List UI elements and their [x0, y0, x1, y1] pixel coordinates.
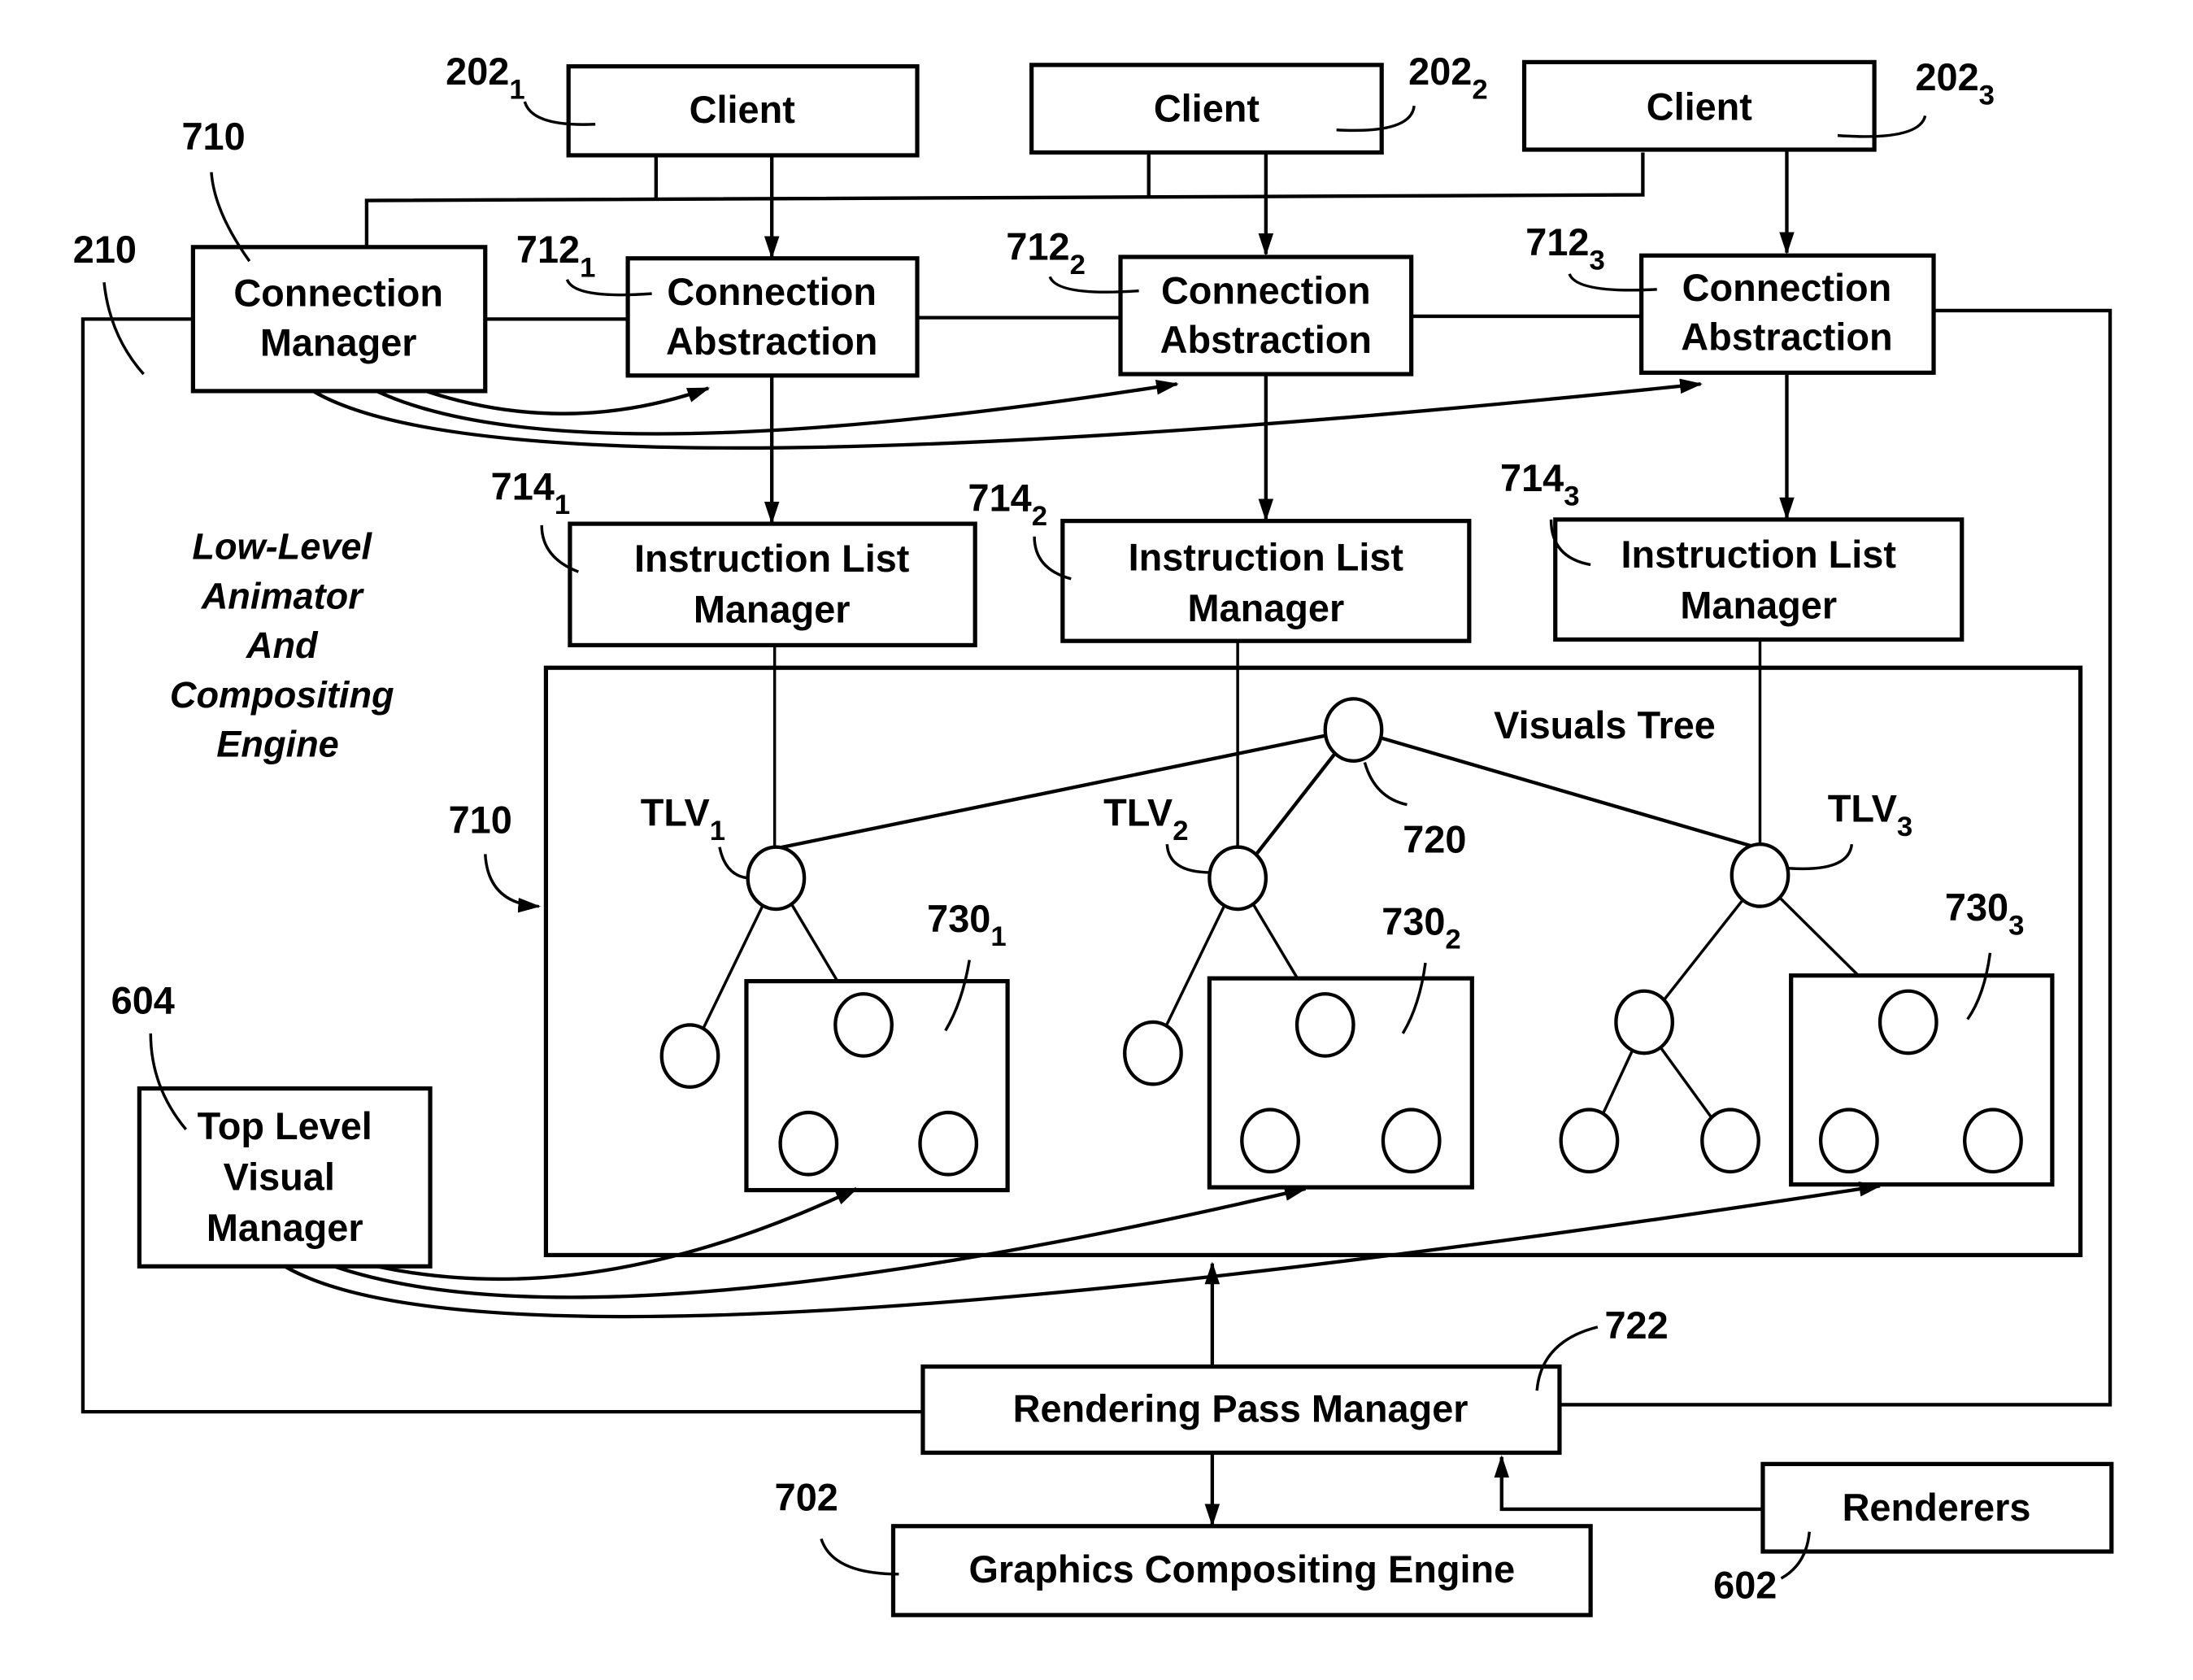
- ca2-label-2: Abstraction: [1160, 319, 1372, 361]
- instruction-list-manager-1: Instruction List Manager: [568, 521, 977, 648]
- tlvm-label-3: Manager: [207, 1207, 363, 1249]
- ref-710-cm: 710: [181, 115, 245, 158]
- node: [1559, 1108, 1620, 1174]
- ref-712-2: 7122: [1006, 225, 1086, 280]
- client-2: Client: [1029, 63, 1384, 155]
- renderers: Renderers: [1760, 1461, 2114, 1554]
- engine-label-line-2: Animator: [201, 575, 364, 616]
- node: [1963, 1108, 2023, 1174]
- architecture-diagram: Client Client Client 2021 2022 2023 Conn…: [73, 50, 2114, 1617]
- ref-714-3: 7143: [1500, 457, 1580, 511]
- client-3-label: Client: [1647, 86, 1753, 128]
- tlv3-node: [1730, 842, 1791, 908]
- renderers-label: Renderers: [1843, 1486, 2031, 1529]
- client-1-label: Client: [690, 89, 796, 131]
- connection-manager-label-2: Manager: [260, 322, 417, 364]
- node: [1381, 1108, 1442, 1174]
- client-1: Client: [566, 63, 920, 158]
- top-level-visual-manager: Top Level Visual Manager: [137, 1086, 433, 1269]
- ilm3-label-2: Manager: [1680, 584, 1837, 626]
- node: [918, 1110, 979, 1177]
- connection-manager-label-1: Connection: [233, 272, 443, 315]
- engine-label-line-3: And: [246, 625, 319, 666]
- node: [1123, 1020, 1183, 1086]
- tlvm-label-1: Top Level: [198, 1105, 372, 1147]
- graphics-compositing-engine: Graphics Compositing Engine: [890, 1524, 1593, 1617]
- tlv2-node: [1207, 845, 1268, 912]
- ca2-label-1: Connection: [1161, 269, 1371, 311]
- ref-702: 702: [775, 1477, 838, 1519]
- root-node-720: [1323, 697, 1384, 763]
- node: [833, 992, 894, 1058]
- node: [778, 1110, 839, 1177]
- node: [659, 1023, 720, 1089]
- ref-210: 210: [73, 228, 137, 271]
- ca1-label-1: Connection: [667, 271, 877, 313]
- visuals-tree-title: Visuals Tree: [1494, 704, 1716, 746]
- ref-714-1: 7141: [491, 466, 571, 520]
- ca3-label-1: Connection: [1682, 267, 1892, 309]
- ref-712-3: 7123: [1525, 221, 1605, 276]
- ref-714-2: 7142: [968, 477, 1048, 531]
- node: [1818, 1108, 1879, 1174]
- client-3: Client: [1521, 59, 1877, 152]
- connection-manager: Connection Manager: [190, 245, 488, 394]
- node: [1294, 992, 1355, 1058]
- ref-202-3: 2023: [1915, 56, 1995, 111]
- instruction-list-manager-2: Instruction List Manager: [1060, 519, 1472, 643]
- instruction-list-manager-3: Instruction List Manager: [1553, 517, 1965, 642]
- ilm2-label-1: Instruction List: [1129, 536, 1404, 578]
- connection-abstraction-3: Connection Abstraction: [1639, 253, 1936, 375]
- node: [1700, 1108, 1760, 1174]
- ref-722: 722: [1605, 1304, 1669, 1347]
- tlv1-node: [746, 845, 807, 912]
- node: [1878, 989, 1938, 1055]
- tlvm-label-2: Visual: [224, 1156, 335, 1199]
- engine-label-line-1: Low-Level: [192, 526, 372, 568]
- ilm1-label-1: Instruction List: [634, 538, 910, 580]
- connection-abstraction-2: Connection Abstraction: [1118, 255, 1414, 376]
- ilm3-label-1: Instruction List: [1621, 533, 1897, 576]
- ref-712-1: 7121: [516, 228, 596, 283]
- ref-202-1: 2021: [446, 50, 525, 105]
- leader-702: [820, 1538, 899, 1576]
- ilm2-label-2: Manager: [1187, 587, 1344, 629]
- leader-210: [102, 282, 145, 376]
- node: [1614, 989, 1675, 1055]
- node: [1240, 1108, 1300, 1174]
- client-2-label: Client: [1154, 87, 1260, 129]
- ilm1-label-2: Manager: [694, 589, 851, 631]
- ref-604: 604: [111, 980, 175, 1022]
- arrow-cm-ca3: [311, 378, 1703, 450]
- engine-label: Low-Level Animator And Compositing Engin…: [170, 526, 394, 765]
- rpm-label: Rendering Pass Manager: [1013, 1387, 1469, 1430]
- leader-710-tree: [484, 854, 542, 913]
- engine-label-line-4: Compositing: [170, 674, 394, 716]
- rendering-pass-manager: Rendering Pass Manager: [920, 1364, 1562, 1456]
- gce-label: Graphics Compositing Engine: [968, 1548, 1515, 1591]
- ref-602: 602: [1713, 1564, 1777, 1606]
- ref-202-2: 2022: [1408, 50, 1488, 105]
- engine-label-line-5: Engine: [216, 724, 338, 765]
- ref-710-tree: 710: [449, 799, 512, 841]
- ca3-label-2: Abstraction: [1681, 316, 1892, 359]
- ref-720: 720: [1403, 819, 1466, 861]
- arrow-renderers-rpm: [1494, 1455, 1763, 1512]
- ca1-label-2: Abstraction: [666, 320, 877, 363]
- connection-abstraction-1: Connection Abstraction: [625, 256, 920, 378]
